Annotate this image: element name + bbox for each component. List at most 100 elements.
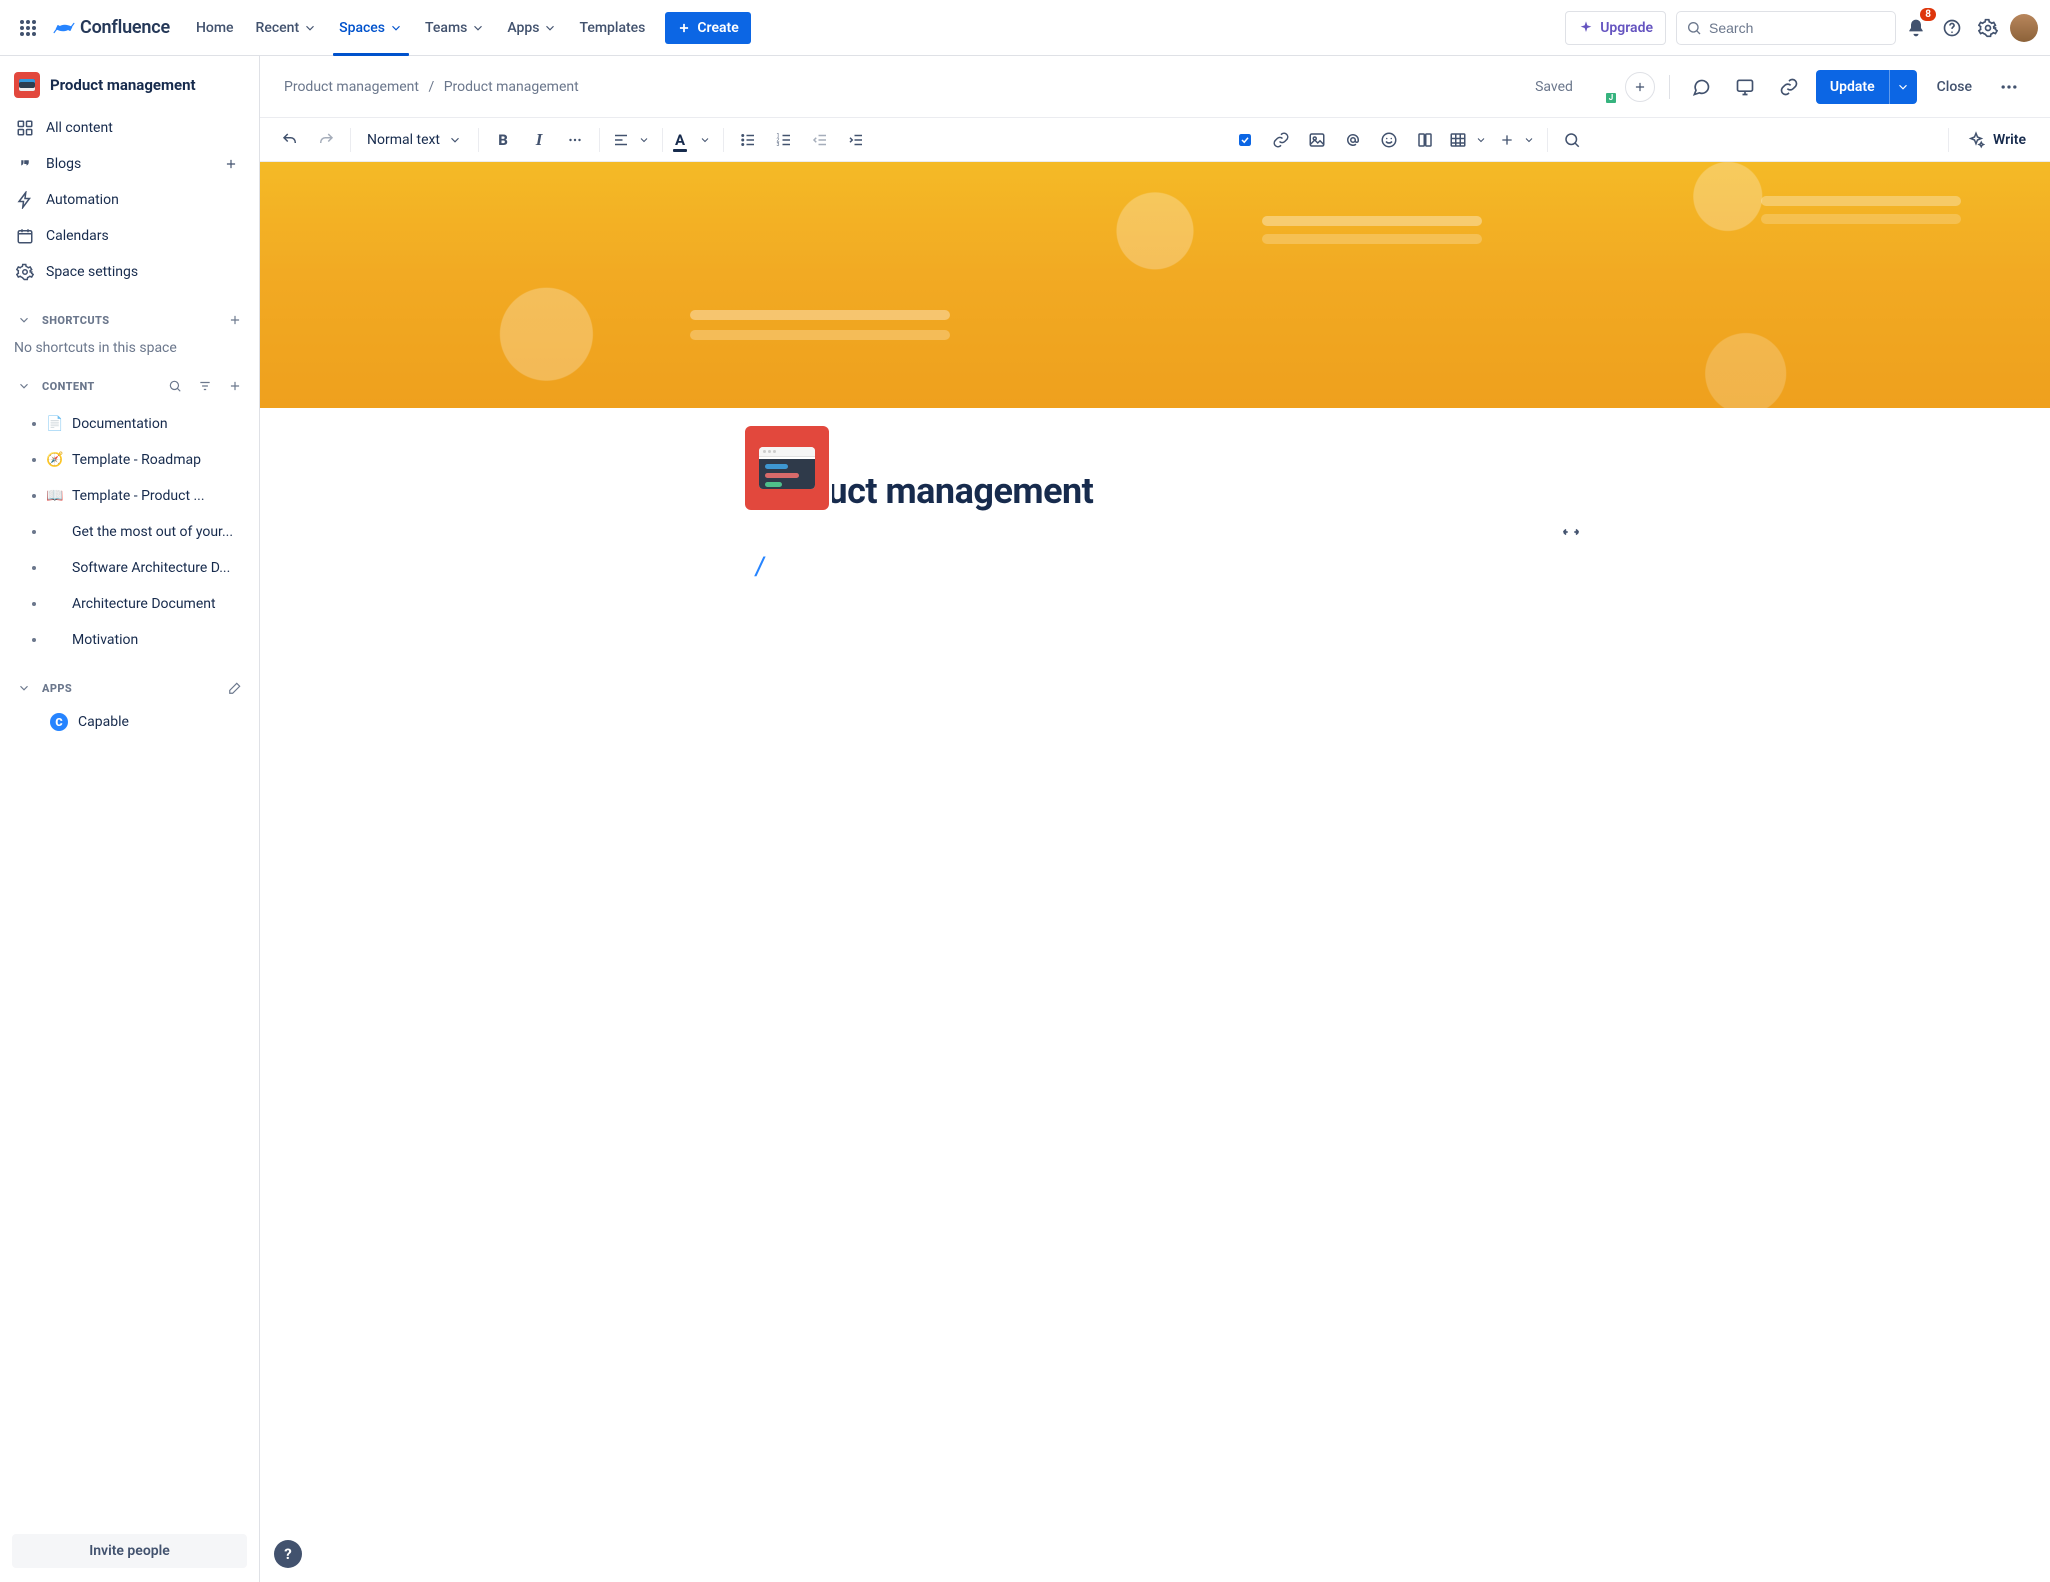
add-content-button[interactable] [223, 374, 247, 398]
page-tree-item[interactable]: 🧭 Template - Roadmap [6, 442, 253, 478]
chevron-down-icon [303, 21, 317, 35]
nav-home[interactable]: Home [186, 0, 244, 56]
outdent-button[interactable] [804, 124, 836, 156]
notifications-button[interactable]: 8 [1900, 12, 1932, 44]
link-button[interactable] [1265, 124, 1297, 156]
nav-apps[interactable]: Apps [497, 0, 567, 56]
search-content-button[interactable] [163, 374, 187, 398]
nav-teams[interactable]: Teams [415, 0, 495, 56]
nav-spaces[interactable]: Spaces [329, 0, 413, 56]
breadcrumb-link[interactable]: Product management [284, 79, 419, 95]
nav-label: Recent [256, 20, 300, 36]
update-button[interactable]: Update [1816, 70, 1889, 104]
sidebar-all-content[interactable]: All content [6, 110, 253, 146]
invite-collaborator-button[interactable] [1625, 72, 1655, 102]
sidebar-app-item[interactable]: C Capable [6, 704, 253, 740]
sidebar-space-settings[interactable]: Space settings [6, 254, 253, 290]
nav-recent[interactable]: Recent [246, 0, 328, 56]
bold-button[interactable]: B [487, 124, 519, 156]
nav-label: Spaces [339, 20, 385, 36]
breadcrumb-link[interactable]: Product management [444, 79, 579, 95]
pencil-icon [228, 681, 242, 695]
image-icon [1308, 131, 1326, 149]
collapse-shortcuts-button[interactable] [12, 308, 36, 332]
comments-button[interactable] [1684, 70, 1718, 104]
page-emoji-icon: 📖 [46, 488, 64, 504]
presence-avatar[interactable]: J [1585, 72, 1615, 102]
editor-canvas[interactable]: Product management / ? [260, 162, 2050, 1582]
add-shortcut-button[interactable] [223, 308, 247, 332]
apps-section-header[interactable]: Apps [6, 672, 253, 704]
invite-people-button[interactable]: Invite people [12, 1534, 247, 1568]
text-color-dropdown[interactable]: A [671, 124, 715, 156]
page-label: Get the most out of your... [72, 524, 233, 540]
shortcuts-section-header[interactable]: Shortcuts [6, 304, 253, 336]
bolt-icon [16, 191, 34, 209]
more-icon [1999, 77, 2019, 97]
brand-home-link[interactable]: Confluence [44, 12, 178, 44]
find-replace-button[interactable] [1556, 124, 1588, 156]
save-status: Saved [1535, 79, 1573, 95]
sidebar-blogs[interactable]: Blogs [6, 146, 253, 182]
editor-body[interactable]: / [753, 552, 1557, 852]
emoji-button[interactable] [1373, 124, 1405, 156]
preview-button[interactable] [1728, 70, 1762, 104]
undo-button[interactable] [274, 124, 306, 156]
content-section-header[interactable]: Content [6, 370, 253, 402]
upgrade-button[interactable]: Upgrade [1565, 11, 1666, 45]
search-input[interactable] [1676, 11, 1896, 45]
settings-button[interactable] [1972, 12, 2004, 44]
copy-link-button[interactable] [1772, 70, 1806, 104]
page-tree-item[interactable]: Get the most out of your... [6, 514, 253, 550]
close-button[interactable]: Close [1927, 70, 1982, 104]
page-emoji-icon: 🧭 [46, 452, 64, 468]
chevron-down-icon [1523, 134, 1535, 146]
tree-bullet-icon [32, 566, 36, 570]
page-emoji-avatar[interactable] [745, 426, 829, 510]
redo-button[interactable] [310, 124, 342, 156]
sidebar-calendars[interactable]: Calendars [6, 218, 253, 254]
collapse-apps-button[interactable] [12, 676, 36, 700]
page-title-input[interactable]: Product management [753, 470, 1557, 512]
mention-button[interactable] [1337, 124, 1369, 156]
bullet-list-button[interactable] [732, 124, 764, 156]
edit-apps-button[interactable] [223, 676, 247, 700]
page-tree-item[interactable]: 📄 Documentation [6, 406, 253, 442]
insert-dropdown[interactable] [1495, 124, 1539, 156]
collapse-content-button[interactable] [12, 374, 36, 398]
toolbar-separator [350, 128, 351, 152]
italic-button[interactable]: I [523, 124, 555, 156]
alignment-dropdown[interactable] [608, 124, 654, 156]
page-tree-item[interactable]: Architecture Document [6, 586, 253, 622]
sparkle-icon [1578, 20, 1594, 36]
more-icon [566, 131, 584, 149]
space-home-link[interactable]: Product management [6, 66, 253, 104]
action-item-button[interactable] [1229, 124, 1261, 156]
numbered-list-button[interactable]: 123 [768, 124, 800, 156]
page-tree-item[interactable]: 📖 Template - Product ... [6, 478, 253, 514]
filter-content-button[interactable] [193, 374, 217, 398]
profile-avatar[interactable] [2010, 14, 2038, 42]
app-switcher-button[interactable] [12, 12, 44, 44]
help-button[interactable] [1936, 12, 1968, 44]
image-button[interactable] [1301, 124, 1333, 156]
page-tree-item[interactable]: Motivation [6, 622, 253, 658]
header-image[interactable] [260, 162, 2050, 408]
grid-icon [16, 119, 34, 137]
create-button[interactable]: Create [665, 12, 750, 44]
layouts-button[interactable] [1409, 124, 1441, 156]
update-dropdown-button[interactable] [1889, 70, 1917, 104]
text-style-dropdown[interactable]: Normal text [359, 124, 470, 156]
sidebar-automation[interactable]: Automation [6, 182, 253, 218]
nav-templates[interactable]: Templates [569, 0, 655, 56]
indent-button[interactable] [840, 124, 872, 156]
table-dropdown[interactable] [1445, 124, 1491, 156]
redo-icon [317, 131, 335, 149]
more-actions-button[interactable] [1992, 70, 2026, 104]
more-formatting-button[interactable] [559, 124, 591, 156]
page-tree-item[interactable]: Software Architecture D... [6, 550, 253, 586]
ai-write-button[interactable]: Write [1957, 124, 2036, 156]
content-width-toggle[interactable] [1557, 518, 1585, 546]
add-blog-button[interactable] [219, 152, 243, 176]
editor-help-button[interactable]: ? [274, 1540, 302, 1568]
